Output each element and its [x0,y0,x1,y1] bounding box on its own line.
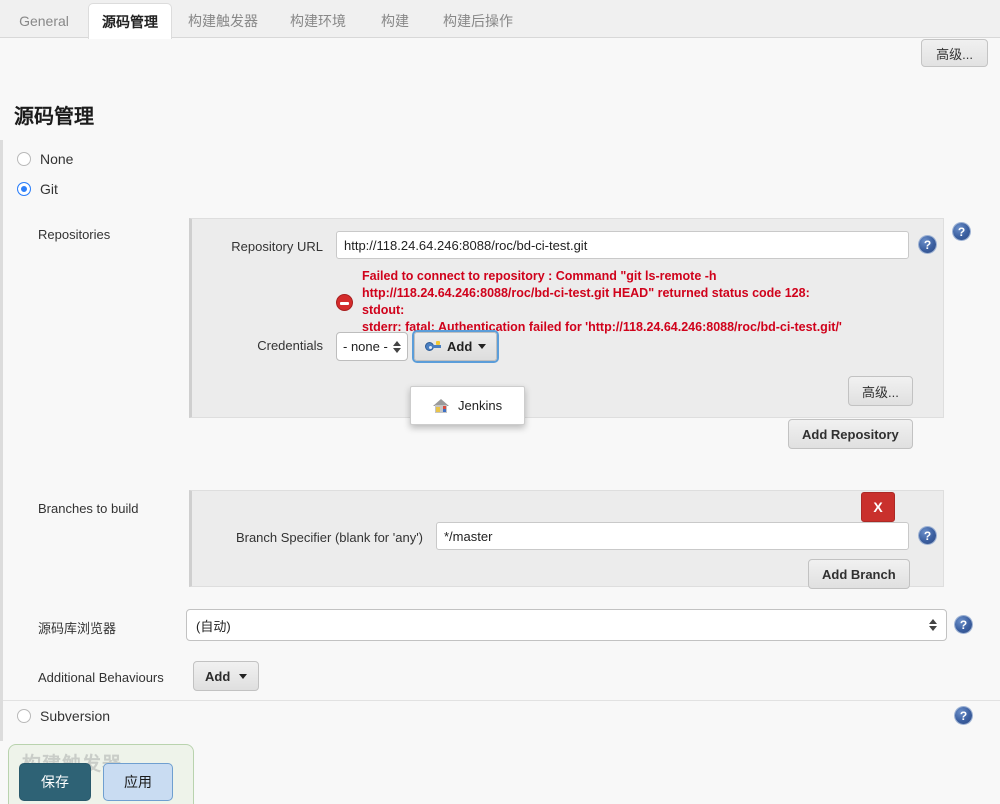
tab-build-environment[interactable]: 构建环境 [276,4,360,38]
remove-branch-button[interactable]: X [861,492,895,522]
scm-option-label: Subversion [40,708,110,724]
jenkins-job-config-page: General 源码管理 构建触发器 构建环境 构建 构建后操作 高级... 源… [0,0,1000,804]
help-icon-branch-specifier[interactable]: ? [919,527,936,544]
credentials-select-value: - none - [343,339,389,354]
chevron-down-icon [478,344,486,349]
advanced-button-top[interactable]: 高级... [921,39,988,67]
tab-build-triggers[interactable]: 构建触发器 [176,4,270,38]
repository-browser-label: 源码库浏览器 [38,618,116,637]
repositories-advanced-button[interactable]: 高级... [848,376,913,406]
error-line-3: stdout: [362,302,404,319]
help-icon-repositories[interactable]: ? [953,223,970,240]
branches-to-build-label: Branches to build [38,501,138,516]
subversion-section: Subversion ? [0,701,1000,741]
help-icon-subversion[interactable]: ? [955,707,972,724]
save-button-label: 保存 [41,772,69,792]
scm-option-label: Git [40,181,58,197]
add-credentials-button[interactable]: Add [414,332,497,361]
radio-git-icon[interactable] [17,182,31,196]
tab-label: 构建 [381,11,409,31]
add-behaviour-button[interactable]: Add [193,661,259,691]
tab-label: 构建环境 [290,11,346,31]
chevron-down-icon [239,674,247,679]
tab-label: General [19,13,69,29]
credentials-select[interactable]: - none - [336,332,408,361]
repository-browser-select[interactable]: (自动) [186,609,947,641]
repository-url-label: Repository URL [208,239,323,254]
radio-subversion-icon[interactable] [17,709,31,723]
config-tab-bar: General 源码管理 构建触发器 构建环境 构建 构建后操作 [0,0,1000,38]
remove-branch-label: X [873,499,882,515]
tab-general[interactable]: General [4,4,84,38]
error-line-1: Failed to connect to repository : Comman… [362,268,717,285]
scm-option-git[interactable]: Git [17,181,58,197]
add-credentials-dropdown[interactable]: Jenkins [410,386,525,425]
repository-url-input[interactable] [336,231,909,259]
credentials-label: Credentials [208,338,323,353]
stepper-arrows-icon[interactable] [929,619,937,631]
tab-label: 源码管理 [102,12,158,32]
repository-browser-value: (自动) [196,616,925,635]
dropdown-item-jenkins[interactable]: Jenkins [411,393,524,418]
dropdown-item-label: Jenkins [458,398,502,413]
radio-none-icon[interactable] [17,152,31,166]
add-branch-label: Add Branch [822,567,896,582]
add-credentials-label: Add [447,339,472,354]
scm-section: None Git Repositories ? Repository URL ?… [0,140,1000,703]
error-icon [336,294,353,311]
scm-option-label: None [40,151,73,167]
additional-behaviours-label: Additional Behaviours [38,670,164,685]
add-branch-button[interactable]: Add Branch [808,559,910,589]
branches-panel: Branch Specifier (blank for 'any') ? Add… [189,490,944,587]
advanced-button-label: 高级... [936,44,973,63]
apply-button[interactable]: 应用 [103,763,173,801]
repositories-advanced-label: 高级... [862,382,899,401]
branch-specifier-label: Branch Specifier (blank for 'any') [208,530,423,545]
repositories-label: Repositories [38,227,110,242]
add-repository-button[interactable]: Add Repository [788,419,913,449]
tab-post-build-actions[interactable]: 构建后操作 [428,4,528,38]
scm-option-none[interactable]: None [17,151,73,167]
add-repository-label: Add Repository [802,427,899,442]
tab-build[interactable]: 构建 [366,4,424,38]
error-line-2: http://118.24.64.246:8088/roc/bd-ci-test… [362,285,810,302]
apply-button-label: 应用 [124,772,152,792]
help-icon-repository-url[interactable]: ? [919,236,936,253]
tab-label: 构建后操作 [443,11,513,31]
add-behaviour-label: Add [205,669,230,684]
branch-specifier-input[interactable] [436,522,909,550]
jenkins-home-icon [433,399,449,413]
repositories-panel: Repository URL ? Failed to connect to re… [189,218,944,418]
help-icon-repository-browser[interactable]: ? [955,616,972,633]
key-icon [425,341,441,352]
scm-option-subversion[interactable]: Subversion [17,708,110,724]
tab-source-code-management[interactable]: 源码管理 [88,3,172,39]
stepper-arrows-icon[interactable] [393,341,401,353]
page-title: 源码管理 [14,100,94,129]
save-button[interactable]: 保存 [19,763,91,801]
tab-label: 构建触发器 [188,11,258,31]
